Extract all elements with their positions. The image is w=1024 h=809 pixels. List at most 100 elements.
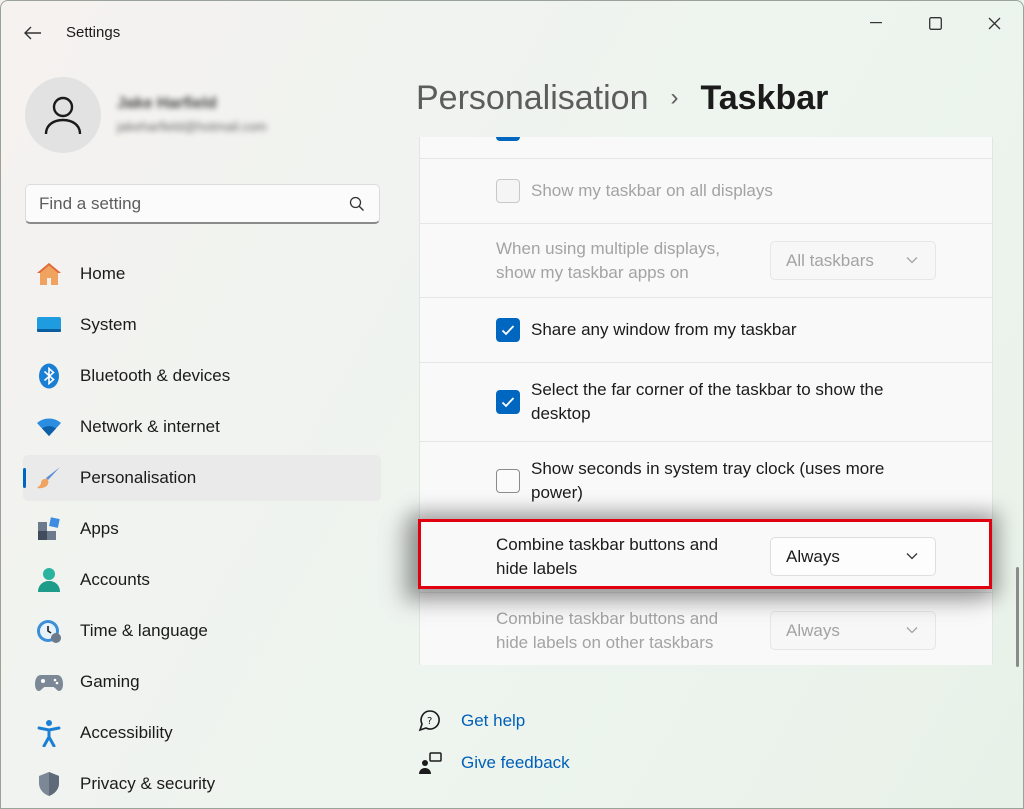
dropdown-value: All taskbars xyxy=(786,250,874,270)
sidebar-item-personalisation[interactable]: Personalisation xyxy=(23,455,381,501)
show-seconds-label: Show seconds in system tray clock (uses … xyxy=(531,457,884,505)
far-corner-checkbox[interactable] xyxy=(496,390,520,414)
show-all-displays-checkbox[interactable] xyxy=(496,179,520,203)
back-arrow-icon xyxy=(24,26,41,40)
label-line: hide labels on other taskbars xyxy=(496,632,714,652)
sidebar-item-label: Home xyxy=(80,264,126,283)
sidebar-nav: Home System Bluetooth & devices Network … xyxy=(23,251,381,808)
svg-text:?: ? xyxy=(427,716,432,727)
person-icon xyxy=(35,566,63,594)
sidebar-item-label: Bluetooth & devices xyxy=(80,366,231,385)
settings-row-far-corner: Select the far corner of the taskbar to … xyxy=(420,363,992,442)
chevron-right-icon: › xyxy=(670,84,679,111)
sidebar-item-label: Network & internet xyxy=(80,417,220,436)
page-title: Taskbar xyxy=(700,78,829,117)
accessibility-icon xyxy=(35,719,63,747)
get-help-link[interactable]: ? Get help xyxy=(417,707,570,735)
maximize-button[interactable] xyxy=(906,1,964,45)
chevron-down-icon xyxy=(906,553,918,560)
home-icon xyxy=(35,260,63,288)
sidebar-item-label: System xyxy=(80,315,137,334)
profile-name: Jake Harfield xyxy=(117,95,217,112)
far-corner-label: Select the far corner of the taskbar to … xyxy=(531,378,883,426)
sidebar-item-label: Time & language xyxy=(80,621,208,640)
sidebar-item-gaming[interactable]: Gaming xyxy=(23,659,381,705)
search-input[interactable]: Find a setting xyxy=(25,184,380,224)
back-button[interactable] xyxy=(15,17,51,49)
partial-checkbox[interactable] xyxy=(496,137,520,141)
sidebar-item-label: Privacy & security xyxy=(80,774,216,793)
sidebar-item-apps[interactable]: Apps xyxy=(23,506,381,552)
maximize-icon xyxy=(928,16,942,30)
settings-window: Settings Jake Harfield jakeharfield@hotm… xyxy=(0,0,1024,809)
settings-row-multi-display-apps: When using multiple displays, show my ta… xyxy=(420,224,992,298)
label-line: show my taskbar apps on xyxy=(496,262,689,282)
combine-other-dropdown[interactable]: Always xyxy=(770,611,936,650)
sidebar-item-label: Accessibility xyxy=(80,723,173,742)
label-line: hide labels xyxy=(496,558,578,578)
sidebar-item-privacy-security[interactable]: Privacy & security xyxy=(23,761,381,807)
search-placeholder: Find a setting xyxy=(39,193,142,213)
label-line: When using multiple displays, xyxy=(496,238,720,258)
brush-icon xyxy=(35,464,63,492)
bluetooth-icon xyxy=(35,362,63,390)
sidebar-item-accessibility[interactable]: Accessibility xyxy=(23,710,381,756)
minimize-button[interactable] xyxy=(847,1,905,45)
help-links: ? Get help Give feedback xyxy=(417,707,570,791)
sidebar-item-label: Accounts xyxy=(80,570,150,589)
label-line: Show seconds in system tray clock (uses … xyxy=(531,459,885,478)
combine-buttons-dropdown[interactable]: Always xyxy=(770,537,936,576)
person-avatar-icon xyxy=(44,96,82,135)
close-button[interactable] xyxy=(965,1,1023,45)
sidebar-item-label: Personalisation xyxy=(80,468,197,487)
profile-email: jakeharfield@hotmail.com xyxy=(117,119,267,134)
share-window-checkbox[interactable] xyxy=(496,318,520,342)
help-chat-icon: ? xyxy=(417,708,443,734)
settings-row-partial xyxy=(420,137,992,159)
breadcrumb: Personalisation › Taskbar xyxy=(416,75,828,121)
wifi-icon xyxy=(35,413,63,441)
sidebar-item-label: Gaming xyxy=(80,672,140,691)
minimize-icon xyxy=(870,22,882,24)
taskbar-settings-panel: Show my taskbar on all displays When usi… xyxy=(419,137,993,665)
settings-row-share-window: Share any window from my taskbar xyxy=(420,298,992,363)
scrollbar-thumb[interactable] xyxy=(1016,567,1019,667)
sidebar-item-home[interactable]: Home xyxy=(23,251,381,297)
share-window-label: Share any window from my taskbar xyxy=(531,320,797,339)
sidebar-item-network[interactable]: Network & internet xyxy=(23,404,381,450)
multi-display-apps-label: When using multiple displays, show my ta… xyxy=(496,237,756,285)
settings-row-combine-buttons: Combine taskbar buttons and hide labels … xyxy=(420,521,992,593)
feedback-icon xyxy=(417,750,443,776)
settings-row-show-all-displays: Show my taskbar on all displays xyxy=(420,159,992,224)
multi-display-apps-dropdown[interactable]: All taskbars xyxy=(770,241,936,280)
app-title: Settings xyxy=(66,24,121,41)
sidebar-item-accounts[interactable]: Accounts xyxy=(23,557,381,603)
sidebar-item-bluetooth[interactable]: Bluetooth & devices xyxy=(23,353,381,399)
system-icon xyxy=(35,311,63,339)
chevron-down-icon xyxy=(906,257,918,264)
show-all-displays-label: Show my taskbar on all displays xyxy=(531,181,773,200)
settings-row-show-seconds: Show seconds in system tray clock (uses … xyxy=(420,442,992,521)
user-profile[interactable]: Jake Harfield jakeharfield@hotmail.com xyxy=(25,77,380,153)
title-bar: Settings xyxy=(1,1,1023,63)
label-line: desktop xyxy=(531,404,591,423)
label-line: Combine taskbar buttons and xyxy=(496,608,719,628)
checkmark-icon xyxy=(501,397,515,408)
give-feedback-link[interactable]: Give feedback xyxy=(417,749,570,777)
show-seconds-checkbox[interactable] xyxy=(496,469,520,493)
dropdown-value: Always xyxy=(786,546,840,566)
checkmark-icon xyxy=(501,325,515,336)
breadcrumb-parent[interactable]: Personalisation xyxy=(416,79,648,118)
label-line: power) xyxy=(531,483,583,502)
label-line: Select the far corner of the taskbar to … xyxy=(531,380,884,399)
combine-buttons-label: Combine taskbar buttons and hide labels xyxy=(496,533,756,581)
close-icon xyxy=(988,17,1000,29)
gamepad-icon xyxy=(35,668,63,696)
combine-other-label: Combine taskbar buttons and hide labels … xyxy=(496,607,756,655)
get-help-text: Get help xyxy=(461,711,526,730)
chevron-down-icon xyxy=(906,627,918,634)
sidebar-item-time-language[interactable]: Time & language xyxy=(23,608,381,654)
sidebar-item-label: Apps xyxy=(80,519,119,538)
sidebar-item-system[interactable]: System xyxy=(23,302,381,348)
label-line: Combine taskbar buttons and xyxy=(496,534,719,554)
